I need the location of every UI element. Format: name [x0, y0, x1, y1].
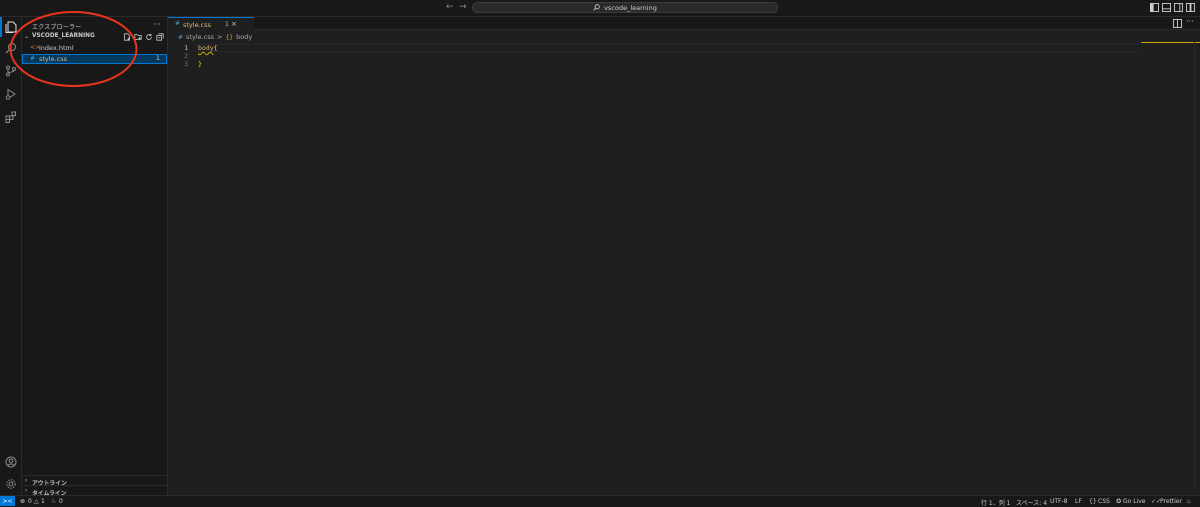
- symbol-icon: {}: [225, 33, 234, 41]
- gear-icon[interactable]: [3, 476, 19, 492]
- problem-count-badge: 1: [156, 55, 160, 62]
- css-selector: body: [198, 44, 214, 52]
- indentation[interactable]: スペース: 4: [1016, 498, 1047, 507]
- toggle-secondary-sidebar-icon[interactable]: [1174, 3, 1183, 12]
- tab-style-css[interactable]: # style.css 1 ×: [168, 17, 254, 30]
- split-editor-icon[interactable]: [1173, 19, 1182, 28]
- remote-icon: ><: [2, 497, 13, 505]
- breadcrumb-symbol[interactable]: body: [236, 33, 252, 41]
- chevron-right-icon: ›: [25, 477, 28, 484]
- remote-indicator[interactable]: ><: [0, 496, 15, 506]
- status-bar: >< ⊗ 0 △ 1 ♘ 0 行 1、列 1 スペース: 4 UTF-8 LF …: [0, 495, 1200, 507]
- customize-layout-icon[interactable]: [1186, 3, 1195, 12]
- close-icon[interactable]: ×: [231, 20, 237, 28]
- code-line[interactable]: body{: [198, 44, 218, 52]
- editor-tab-bar: # style.css 1 ×: [168, 17, 1200, 30]
- ports-count[interactable]: 0: [59, 498, 63, 505]
- toggle-panel-icon[interactable]: [1162, 3, 1171, 12]
- annotation-circle: [9, 11, 138, 87]
- active-indicator: [0, 17, 2, 37]
- css-file-icon: #: [178, 33, 184, 41]
- cursor-position[interactable]: 行 1、列 1: [981, 498, 1010, 507]
- title-bar: ← → vscode_learning: [0, 0, 1200, 17]
- command-center-label: vscode_learning: [604, 3, 657, 12]
- breadcrumb-file[interactable]: style.css: [186, 33, 214, 41]
- arrow-right-icon[interactable]: →: [459, 2, 467, 12]
- account-icon[interactable]: [3, 454, 19, 470]
- line-number: 3: [184, 60, 188, 68]
- vertical-scrollbar[interactable]: [1194, 42, 1200, 492]
- encoding[interactable]: UTF-8: [1050, 498, 1068, 505]
- language-mode[interactable]: CSS: [1098, 498, 1110, 505]
- broadcast-icon: ✪: [1116, 497, 1122, 505]
- explorer-sidebar: エクスプローラー ··· ⌄ VSCODE_LEARNING <> index.…: [22, 17, 168, 497]
- open-brace: {: [213, 44, 218, 52]
- toggle-primary-sidebar-icon[interactable]: [1150, 3, 1159, 12]
- more-actions-icon[interactable]: ···: [1186, 17, 1194, 26]
- breadcrumb: # style.css > {} body: [178, 33, 252, 41]
- end-of-line[interactable]: LF: [1075, 498, 1082, 505]
- extensions-icon[interactable]: [3, 109, 19, 125]
- line-number: 2: [184, 52, 188, 60]
- error-icon[interactable]: ⊗: [20, 498, 25, 505]
- chevron-right-icon: ›: [25, 487, 28, 494]
- tab-problem-badge: 1: [225, 20, 229, 28]
- arrow-left-icon[interactable]: ←: [446, 2, 454, 12]
- warning-icon[interactable]: △: [34, 498, 39, 505]
- search-icon: [593, 4, 600, 11]
- breadcrumb-separator: >: [217, 33, 223, 41]
- bell-icon[interactable]: ♨: [1186, 498, 1191, 505]
- run-debug-icon[interactable]: [3, 86, 19, 102]
- command-center[interactable]: vscode_learning: [472, 2, 778, 13]
- ports-icon[interactable]: ♘: [51, 498, 56, 505]
- prettier-button[interactable]: Prettier: [1160, 498, 1182, 505]
- tab-label: style.css: [183, 20, 211, 29]
- current-line-highlight: [194, 44, 1140, 52]
- go-live-button[interactable]: Go Live: [1123, 498, 1145, 505]
- collapse-all-icon[interactable]: [156, 33, 164, 41]
- close-brace: }: [198, 60, 202, 68]
- overview-ruler-warning: [1141, 42, 1200, 43]
- warning-count[interactable]: 1: [41, 498, 45, 505]
- code-editor[interactable]: # style.css > {} body 1 2 3 body{ }: [168, 30, 1200, 495]
- more-actions-icon[interactable]: ···: [153, 20, 161, 29]
- css-file-icon: #: [175, 20, 181, 27]
- code-line[interactable]: }: [198, 60, 202, 68]
- refresh-icon[interactable]: [145, 33, 153, 41]
- braces-icon: {}: [1089, 497, 1097, 505]
- line-number: 1: [184, 44, 188, 52]
- error-count[interactable]: 0: [28, 498, 32, 505]
